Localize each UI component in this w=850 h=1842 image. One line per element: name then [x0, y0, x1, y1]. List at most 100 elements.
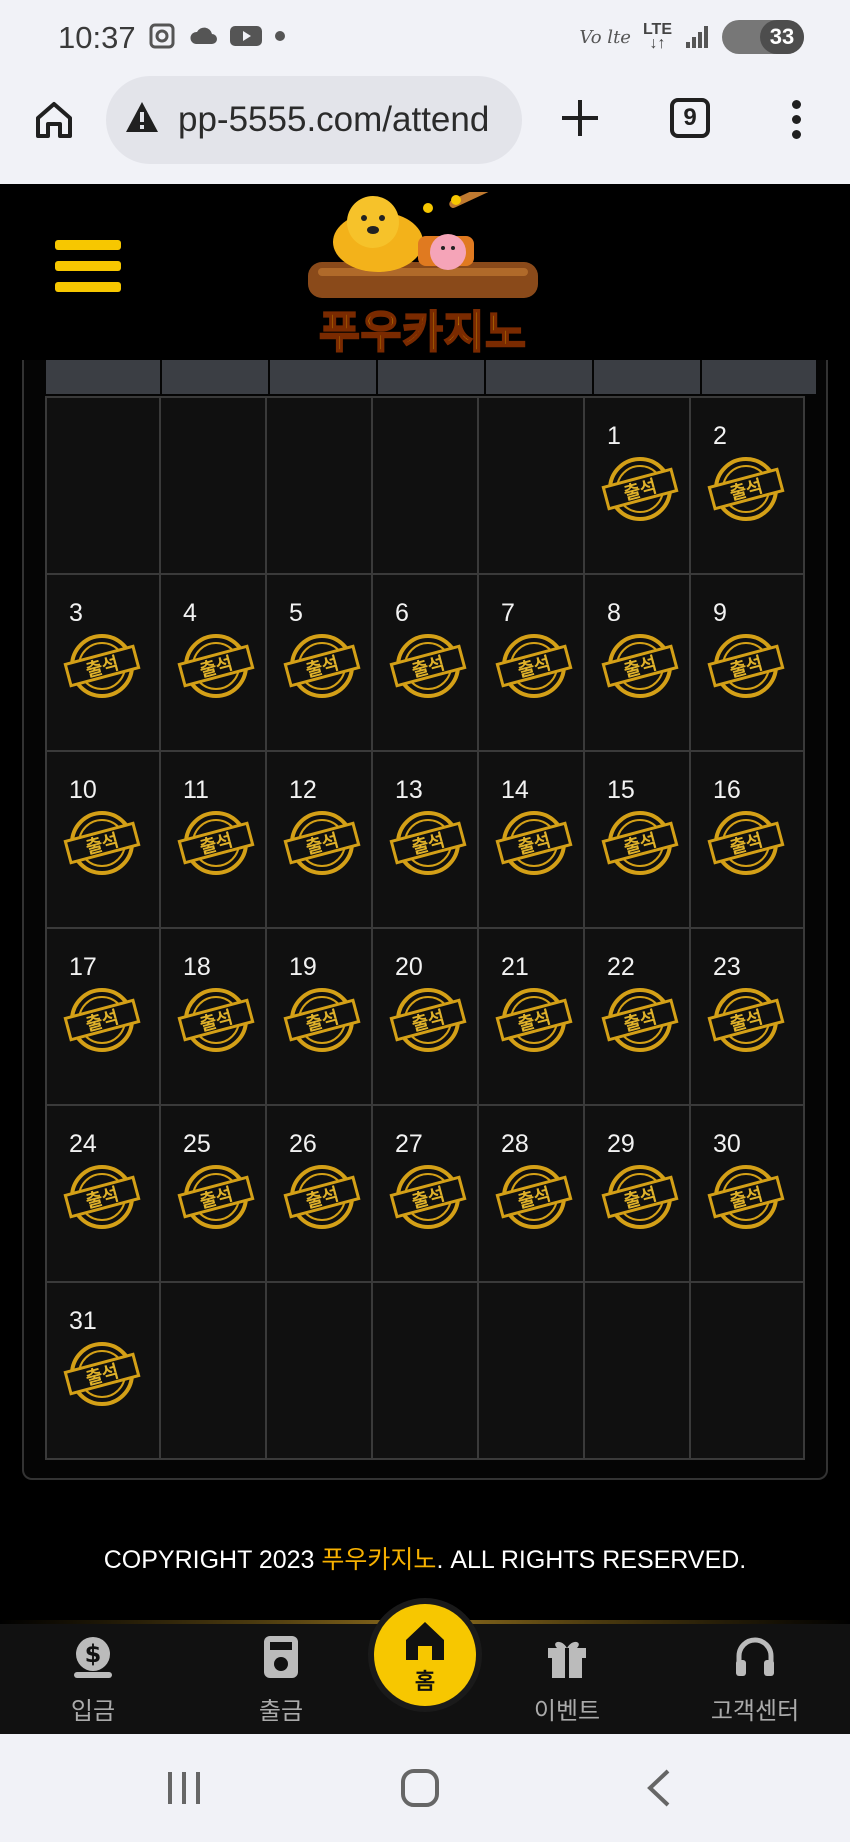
calendar-day-cell: 1 출석 [585, 398, 689, 573]
calendar-day-cell: 19 출석 [267, 929, 371, 1104]
calendar-day-number: 22 [607, 953, 635, 981]
attendance-stamp-icon: 출석 [707, 634, 785, 698]
back-icon[interactable] [644, 1768, 674, 1808]
url-bar[interactable]: pp-5555.com/attend [106, 76, 522, 164]
calendar-day-number: 18 [183, 953, 211, 981]
status-time: 10:37 [58, 20, 136, 55]
calendar-weekday-header [46, 360, 816, 394]
screenshot-icon [149, 23, 175, 49]
home-circle-icon[interactable] [400, 1768, 440, 1808]
attendance-stamp-icon: 출석 [63, 1342, 141, 1406]
calendar-empty-cell [479, 1283, 583, 1458]
lte-label: LTE [642, 21, 672, 38]
tab-switcher-button[interactable]: 9 [670, 98, 710, 138]
lte-indicator: LTE ↓↑ [642, 21, 672, 52]
weekday-header-cell [378, 360, 484, 394]
signal-icon [686, 26, 708, 48]
calendar-empty-cell [691, 1283, 803, 1458]
browser-home-icon[interactable] [32, 98, 76, 142]
attendance-stamp-icon: 출석 [389, 634, 467, 698]
attendance-stamp-icon: 출석 [495, 811, 573, 875]
deposit-icon: $ [74, 1637, 112, 1678]
notification-icons [148, 22, 286, 50]
headset-icon [736, 1637, 774, 1676]
attendance-stamp-icon: 출석 [283, 1165, 361, 1229]
attendance-stamp-icon: 출석 [495, 988, 573, 1052]
calendar-day-cell: 16 출석 [691, 752, 803, 927]
attendance-stamp-icon: 출석 [495, 1165, 573, 1229]
calendar-day-cell: 10 출석 [47, 752, 159, 927]
calendar-day-number: 31 [69, 1307, 97, 1335]
calendar-day-cell: 8 출석 [585, 575, 689, 750]
url-text[interactable]: pp-5555.com/attend [178, 100, 489, 140]
nav-deposit-label: 입금 [70, 1698, 116, 1725]
volte-indicator: Vo lte [579, 26, 631, 48]
calendar-empty-cell [585, 1283, 689, 1458]
calendar-day-cell: 29 출석 [585, 1106, 689, 1281]
more-menu-icon[interactable] [786, 100, 806, 145]
nav-support-label: 고객센터 [710, 1698, 800, 1725]
nav-event[interactable]: 이벤트 [512, 1634, 622, 1726]
withdraw-icon [264, 1636, 298, 1678]
calendar-day-cell: 14 출석 [479, 752, 583, 927]
attendance-stamp-icon: 출석 [707, 811, 785, 875]
calendar-day-number: 20 [395, 953, 423, 981]
calendar-empty-cell [479, 398, 583, 573]
weekday-header-cell [594, 360, 700, 394]
youtube-icon [230, 26, 262, 46]
calendar-day-cell: 4 출석 [161, 575, 265, 750]
calendar-day-number: 2 [713, 422, 727, 450]
calendar-day-cell: 31 출석 [47, 1283, 159, 1458]
calendar-day-cell: 7 출석 [479, 575, 583, 750]
attendance-stamp-icon: 출석 [707, 457, 785, 521]
nav-deposit[interactable]: $ 입금 [38, 1634, 148, 1726]
calendar-empty-cell [373, 398, 477, 573]
attendance-stamp-icon: 출석 [495, 634, 573, 698]
nav-withdraw[interactable]: 출금 [226, 1634, 336, 1726]
attendance-stamp-icon: 출석 [283, 634, 361, 698]
weekday-header-cell [270, 360, 376, 394]
calendar-day-number: 15 [607, 776, 635, 804]
calendar-day-cell: 12 출석 [267, 752, 371, 927]
calendar-day-cell: 11 출석 [161, 752, 265, 927]
nav-home-label: 홈 [414, 1669, 436, 1694]
nav-support[interactable]: 고객센터 [700, 1634, 810, 1726]
battery-level: 33 [760, 20, 804, 54]
logo-mascot-icon [308, 173, 538, 298]
calendar-day-number: 5 [289, 599, 303, 627]
svg-text:$: $ [85, 1640, 102, 1668]
calendar-day-cell: 15 출석 [585, 752, 689, 927]
cloud-icon [190, 27, 217, 44]
calendar-day-number: 12 [289, 776, 317, 804]
calendar-day-number: 13 [395, 776, 423, 804]
attendance-stamp-icon: 출석 [283, 811, 361, 875]
status-bar: 10:37 Vo lte LTE ↓↑ 33 [0, 0, 850, 76]
calendar-day-cell: 3 출석 [47, 575, 159, 750]
calendar-day-cell: 30 출석 [691, 1106, 803, 1281]
site-logo[interactable]: 푸우카지노 [298, 173, 548, 358]
calendar-day-cell: 25 출석 [161, 1106, 265, 1281]
site-header: 푸우카지노 [0, 173, 850, 360]
calendar-day-number: 8 [607, 599, 621, 627]
new-tab-icon[interactable] [560, 98, 600, 138]
copyright-suffix: . ALL RIGHTS RESERVED. [436, 1546, 747, 1574]
recent-apps-icon[interactable] [164, 1770, 204, 1806]
attendance-stamp-icon: 출석 [63, 1165, 141, 1229]
nav-home-button[interactable]: 홈 [374, 1604, 476, 1706]
warning-icon[interactable] [124, 100, 160, 134]
calendar-day-cell: 24 출석 [47, 1106, 159, 1281]
calendar-day-number: 24 [69, 1130, 97, 1158]
copyright-brand: 푸우카지노 [321, 1546, 437, 1574]
calendar-empty-cell [267, 1283, 371, 1458]
attendance-stamp-icon: 출석 [601, 811, 679, 875]
weekday-header-cell [162, 360, 268, 394]
calendar-day-cell: 20 출석 [373, 929, 477, 1104]
attendance-stamp-icon: 출석 [63, 634, 141, 698]
calendar-day-number: 30 [713, 1130, 741, 1158]
calendar-day-number: 19 [289, 953, 317, 981]
hamburger-menu-icon[interactable] [55, 240, 121, 303]
calendar-empty-cell [267, 398, 371, 573]
calendar-day-number: 10 [69, 776, 97, 804]
calendar-day-number: 23 [713, 953, 741, 981]
calendar-day-cell: 22 출석 [585, 929, 689, 1104]
